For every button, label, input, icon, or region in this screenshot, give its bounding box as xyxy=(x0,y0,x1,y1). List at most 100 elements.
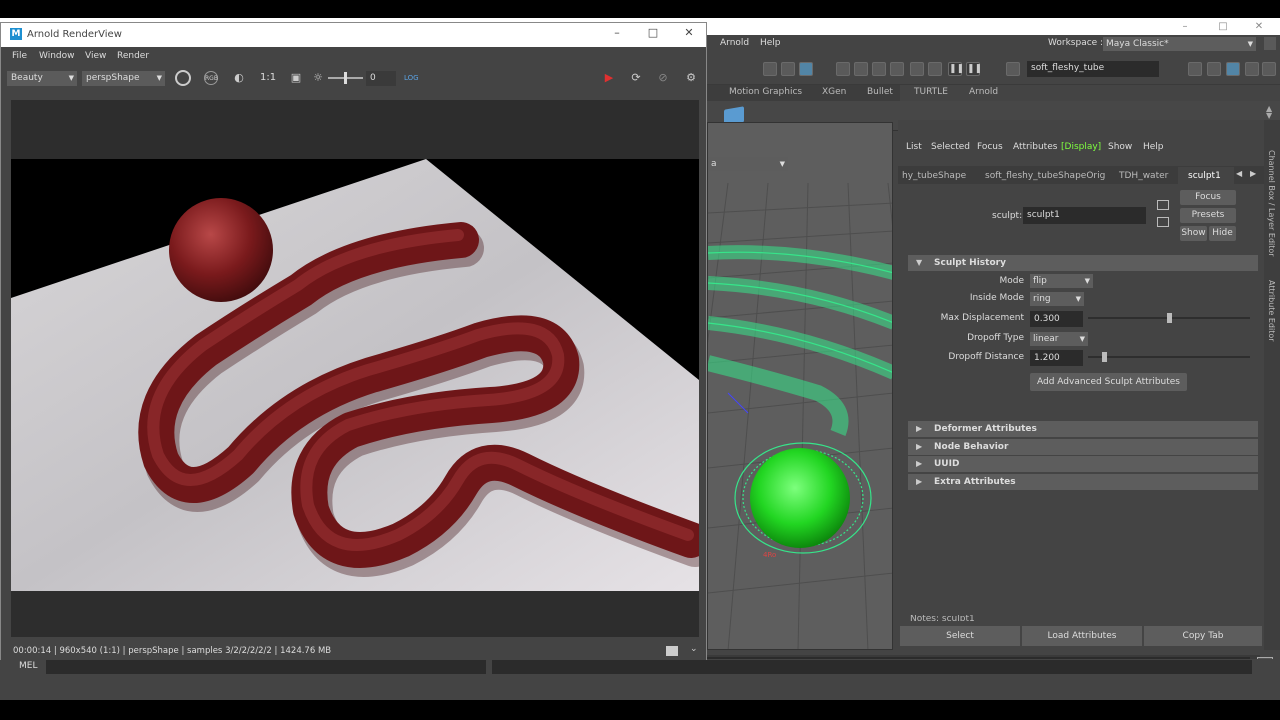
shelf-tab-xgen[interactable]: XGen xyxy=(822,87,846,97)
object-name-field[interactable]: soft_fleshy_tube xyxy=(1027,61,1159,77)
exposure-field[interactable]: 0 xyxy=(366,71,396,86)
tab-sculpt1[interactable]: sculpt1 xyxy=(1188,171,1221,181)
tab-scroll-right-icon[interactable]: ▶ xyxy=(1250,169,1256,178)
modeling-toolkit-icon[interactable] xyxy=(1188,62,1202,76)
shelf-tab-turtle[interactable]: TURTLE xyxy=(914,87,948,97)
uuid-section[interactable]: ▶ UUID xyxy=(908,456,1258,472)
tab-tubeshape[interactable]: hy_tubeShape xyxy=(902,171,966,181)
snap-curve-icon[interactable] xyxy=(854,62,868,76)
minimize-icon[interactable]: – xyxy=(1170,18,1200,35)
mel-command-line: MEL xyxy=(0,659,1280,675)
tool-settings-icon[interactable] xyxy=(1245,62,1259,76)
menu-view[interactable]: View xyxy=(85,51,106,61)
render-frame-icon[interactable] xyxy=(910,62,924,76)
tab-tubeshapeorig[interactable]: soft_fleshy_tubeShapeOrig xyxy=(985,171,1105,181)
dropoff-distance-field[interactable]: 1.200 xyxy=(1030,350,1083,366)
ae-menu-selected[interactable]: Selected xyxy=(931,142,970,152)
pause-icon[interactable]: ❚❚ xyxy=(948,62,964,76)
zoom-ratio-label[interactable]: 1:1 xyxy=(260,72,276,83)
attribute-editor-toggle-icon[interactable] xyxy=(1226,62,1240,76)
refresh-icon[interactable]: ⟳ xyxy=(629,71,643,85)
ipr-render-icon[interactable] xyxy=(928,62,942,76)
mode-dropdown[interactable]: flip ▼ xyxy=(1030,274,1093,288)
pause-ipr-icon[interactable]: ❚❚ xyxy=(966,62,982,76)
workspace-dropdown[interactable]: Maya Classic* ▼ xyxy=(1103,37,1256,51)
close-icon[interactable]: ✕ xyxy=(679,26,699,39)
snap-view-icon[interactable] xyxy=(890,62,904,76)
workspace-toggle-icon[interactable] xyxy=(1264,37,1276,50)
crop-region-icon[interactable]: ▣ xyxy=(289,71,303,85)
show-button[interactable]: Show xyxy=(1180,226,1207,241)
shelf-tab-bullet[interactable]: Bullet xyxy=(867,87,893,97)
channel-box-toggle-icon[interactable] xyxy=(1262,62,1276,76)
ae-menu-attributes[interactable]: Attributes xyxy=(1013,142,1057,152)
select-component-icon[interactable] xyxy=(799,62,813,76)
shelf-tab-arnold[interactable]: Arnold xyxy=(969,87,998,97)
presets-button[interactable]: Presets xyxy=(1180,208,1236,223)
attribute-editor-tab[interactable]: Attribute Editor xyxy=(1267,280,1276,342)
add-advanced-sculpt-button[interactable]: Add Advanced Sculpt Attributes xyxy=(1030,373,1187,391)
deformer-attributes-section[interactable]: ▶ Deformer Attributes xyxy=(908,421,1258,437)
minimize-icon[interactable]: – xyxy=(607,26,627,39)
ae-menu-focus[interactable]: Focus xyxy=(977,142,1003,152)
hide-button[interactable]: Hide xyxy=(1209,226,1236,241)
perspective-viewport[interactable]: a ▼ 4Ro xyxy=(707,122,893,650)
copy-tab-button[interactable]: Copy Tab xyxy=(1144,626,1262,646)
menu-file[interactable]: File xyxy=(12,51,27,61)
channel-box-tab[interactable]: Channel Box / Layer Editor xyxy=(1267,150,1276,257)
go-output-icon[interactable] xyxy=(1157,217,1169,227)
attribute-editor: List Selected Focus Attributes [Display]… xyxy=(898,120,1264,650)
menu-render[interactable]: Render xyxy=(117,51,149,61)
tab-tdh-water[interactable]: TDH_water xyxy=(1119,171,1168,181)
inside-mode-dropdown[interactable]: ring ▼ xyxy=(1030,292,1084,306)
maximize-icon[interactable]: □ xyxy=(1208,18,1238,35)
ae-menu-list[interactable]: List xyxy=(906,142,922,152)
select-hierarchy-icon[interactable] xyxy=(763,62,777,76)
camera-dropdown[interactable]: perspShape ▼ xyxy=(82,71,165,86)
select-object-icon[interactable] xyxy=(781,62,795,76)
snapshot-icon[interactable] xyxy=(666,646,678,656)
dropoff-distance-slider-knob[interactable] xyxy=(1102,352,1108,362)
dropoff-distance-slider[interactable] xyxy=(1088,356,1250,358)
node-behavior-section[interactable]: ▶ Node Behavior xyxy=(908,439,1258,455)
load-attributes-button[interactable]: Load Attributes xyxy=(1022,626,1142,646)
extra-attributes-section[interactable]: ▶ Extra Attributes xyxy=(908,474,1258,490)
log-icon[interactable]: LOG xyxy=(404,71,419,85)
green-sphere[interactable] xyxy=(750,448,850,548)
go-input-icon[interactable] xyxy=(1157,200,1169,210)
ae-menu-help[interactable]: Help xyxy=(1143,142,1164,152)
ae-menu-display[interactable]: [Display] xyxy=(1061,142,1101,152)
stop-render-icon[interactable]: ⊘ xyxy=(656,71,670,85)
tab-scroll-left-icon[interactable]: ◀ xyxy=(1236,169,1242,178)
select-button[interactable]: Select xyxy=(900,626,1020,646)
shelf-tab-motion-graphics[interactable]: Motion Graphics xyxy=(729,87,802,97)
exposure-icon[interactable]: ☼ xyxy=(311,71,325,85)
aov-dropdown[interactable]: Beauty ▼ xyxy=(7,71,77,86)
maximize-icon[interactable]: □ xyxy=(643,26,663,39)
close-icon[interactable]: ✕ xyxy=(1244,18,1274,35)
expand-chevron-icon[interactable]: ⌄ xyxy=(690,644,698,654)
node-name-field[interactable]: sculpt1 xyxy=(1023,207,1146,224)
dropoff-type-dropdown[interactable]: linear ▼ xyxy=(1030,332,1088,346)
menu-help[interactable]: Help xyxy=(760,38,781,48)
sculpt-history-section[interactable]: ▼ Sculpt History xyxy=(908,255,1258,271)
rgb-display-icon[interactable]: RGB xyxy=(204,71,218,85)
settings-gear-icon[interactable]: ⚙ xyxy=(684,71,698,85)
alpha-display-icon[interactable]: ◐ xyxy=(232,71,246,85)
ae-menu-show[interactable]: Show xyxy=(1108,142,1132,152)
mel-input[interactable] xyxy=(46,660,486,674)
snap-grid-icon[interactable] xyxy=(836,62,850,76)
max-displacement-field[interactable]: 0.300 xyxy=(1030,311,1083,327)
snap-point-icon[interactable] xyxy=(872,62,886,76)
exposure-slider-knob[interactable] xyxy=(344,72,347,84)
channel-rgb-icon[interactable] xyxy=(175,70,191,86)
mel-label[interactable]: MEL xyxy=(19,661,37,671)
render-image[interactable] xyxy=(11,100,699,637)
input-line-icon[interactable] xyxy=(1006,62,1020,76)
render-play-icon[interactable]: ▶ xyxy=(602,71,616,85)
focus-button[interactable]: Focus xyxy=(1180,190,1236,205)
max-displacement-slider-knob[interactable] xyxy=(1167,313,1172,323)
menu-arnold[interactable]: Arnold xyxy=(720,38,749,48)
character-controls-icon[interactable] xyxy=(1207,62,1221,76)
menu-window[interactable]: Window xyxy=(39,51,75,61)
